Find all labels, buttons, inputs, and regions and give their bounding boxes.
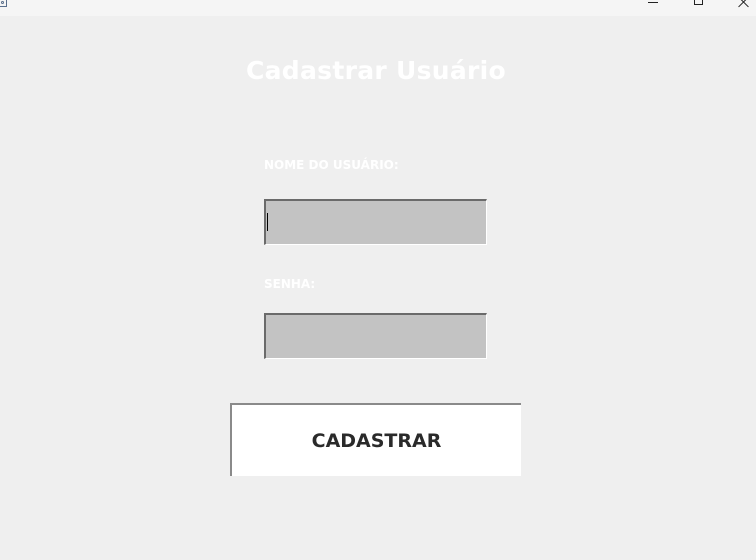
close-button[interactable] — [722, 0, 756, 16]
password-input[interactable] — [264, 313, 487, 359]
password-label: SENHA: — [264, 277, 316, 291]
close-icon — [738, 0, 750, 8]
username-input[interactable] — [264, 199, 487, 245]
minimize-icon — [648, 2, 658, 3]
text-cursor — [267, 213, 268, 231]
register-button[interactable]: CADASTRAR — [230, 403, 521, 476]
page-title: Cadastrar Usuário — [245, 56, 507, 85]
username-label: NOME DO USUÁRIO: — [264, 158, 399, 172]
maximize-button[interactable] — [676, 0, 722, 16]
app-icon — [0, 0, 7, 7]
window-titlebar — [0, 0, 756, 16]
minimize-button[interactable] — [630, 0, 676, 16]
maximize-icon — [694, 0, 703, 5]
